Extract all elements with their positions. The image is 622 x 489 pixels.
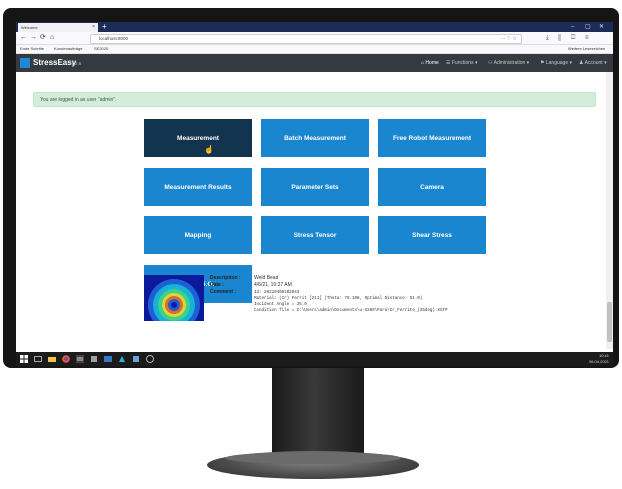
menu-administration-label: Administration	[493, 60, 526, 66]
menu-functions[interactable]: ☰ Functions ▾	[446, 58, 477, 68]
mapping-button[interactable]: Mapping	[144, 216, 252, 254]
close-tab-icon[interactable]: ×	[92, 23, 95, 32]
url-text: localhost:8000	[99, 36, 129, 41]
date-value: 4/6/21, 10:27 AM	[254, 282, 292, 288]
minimize-icon[interactable]: –	[571, 22, 574, 32]
page-scrollbar[interactable]	[606, 72, 613, 349]
toolbar-icons[interactable]: ⤓ ⫼ ◫ ≡	[546, 33, 592, 43]
app-icon[interactable]	[104, 355, 112, 363]
bookmark-item[interactable]: Kundenaufträge	[54, 45, 82, 53]
parameter-sets-button[interactable]: Parameter Sets	[261, 168, 369, 206]
comment-label: Comment :	[210, 289, 237, 295]
forward-icon[interactable]: →	[30, 33, 37, 43]
mouse-cursor-icon: ☝	[204, 145, 214, 154]
close-window-icon[interactable]: ✕	[599, 22, 604, 32]
tab-title: Welcome	[21, 25, 38, 30]
date-label: Date :	[210, 282, 224, 288]
url-actions-icon[interactable]: ··· ♡ ☆	[500, 35, 517, 43]
description-label: Description :	[210, 275, 241, 281]
scrollbar-thumb[interactable]	[607, 302, 612, 342]
browser-nav-bar: ← → ⟳ ⌂ localhost:8000 ··· ♡ ☆ ⤓ ⫼ ◫ ≡	[16, 32, 613, 45]
app-navbar: StressEasy v1.2.6 ⌂ Home ☰ Functions ▾ ⚇…	[16, 54, 613, 72]
new-tab-button[interactable]: +	[102, 22, 107, 32]
screen: Welcome × + – ▢ ✕ ← → ⟳ ⌂ localhost:8000…	[16, 22, 613, 366]
bookmark-item[interactable]: Erste Schritte	[20, 45, 44, 53]
monitor-stand-neck	[272, 368, 364, 458]
batch-measurement-button[interactable]: Batch Measurement	[261, 119, 369, 157]
menu-account-label: Account	[584, 60, 603, 66]
measurement-button[interactable]: Measurement	[144, 119, 252, 157]
browser-tab[interactable]: Welcome ×	[18, 23, 98, 32]
shear-stress-button[interactable]: Shear Stress	[378, 216, 486, 254]
camera-button[interactable]: Camera	[378, 168, 486, 206]
bookmark-more[interactable]: Weitere Lesezeichen	[568, 45, 605, 53]
monitor-bezel: Welcome × + – ▢ ✕ ← → ⟳ ⌂ localhost:8000…	[3, 8, 619, 368]
menu-language-label: Language	[545, 60, 569, 66]
maximize-icon[interactable]: ▢	[585, 22, 591, 32]
browser-tab-bar: Welcome × + – ▢ ✕	[16, 22, 613, 32]
diffraction-ring-image[interactable]	[144, 275, 204, 321]
menu-home-label: Home	[425, 60, 439, 66]
firefox-icon[interactable]	[62, 355, 70, 363]
url-bar[interactable]: localhost:8000 ··· ♡ ☆	[90, 34, 522, 44]
measurement-results-button[interactable]: Measurement Results	[144, 168, 252, 206]
taskbar-clock[interactable]: 10:41 06.04.2021	[589, 353, 609, 365]
bookmark-item[interactable]: SE2020	[94, 45, 108, 53]
login-alert: You are logged in as user "admin".	[33, 92, 596, 107]
reload-icon[interactable]: ⟳	[40, 33, 46, 43]
comment-line: Condition file = C:\Users\admin\Document…	[254, 309, 448, 313]
windows-start-icon[interactable]	[20, 355, 28, 363]
home-nav-icon[interactable]: ⌂	[50, 33, 54, 43]
alert-text: You are logged in as user "admin".	[40, 97, 117, 103]
logo-icon	[20, 58, 30, 68]
app-icon[interactable]	[146, 355, 154, 363]
task-view-icon[interactable]	[34, 355, 42, 363]
free-robot-measurement-button[interactable]: Free Robot Measurement	[378, 119, 486, 157]
app-icon[interactable]	[90, 355, 98, 363]
back-icon[interactable]: ←	[20, 33, 27, 43]
app-icon[interactable]	[76, 355, 84, 363]
app-icon[interactable]	[132, 355, 140, 363]
app-icon[interactable]	[118, 355, 126, 363]
menu-administration[interactable]: ⚇ Administration ▾	[488, 58, 529, 68]
description-value: Weld Bead	[254, 275, 279, 281]
file-explorer-icon[interactable]	[48, 355, 56, 363]
menu-home[interactable]: ⌂ Home	[421, 58, 439, 68]
menu-functions-label: Functions	[451, 60, 474, 66]
stress-tensor-button[interactable]: Stress Tensor	[261, 216, 369, 254]
bookmarks-bar: Erste Schritte Kundenaufträge SE2020 Wei…	[16, 45, 613, 54]
menu-language[interactable]: ⚑ Language ▾	[540, 58, 572, 68]
menu-account[interactable]: ♟ Account ▾	[579, 58, 607, 68]
clock-date: 06.04.2021	[588, 359, 609, 364]
windows-taskbar: 10:41 06.04.2021	[16, 352, 613, 366]
monitor-stand-base-top	[225, 452, 401, 464]
app-version: v1.2.6	[69, 61, 82, 66]
